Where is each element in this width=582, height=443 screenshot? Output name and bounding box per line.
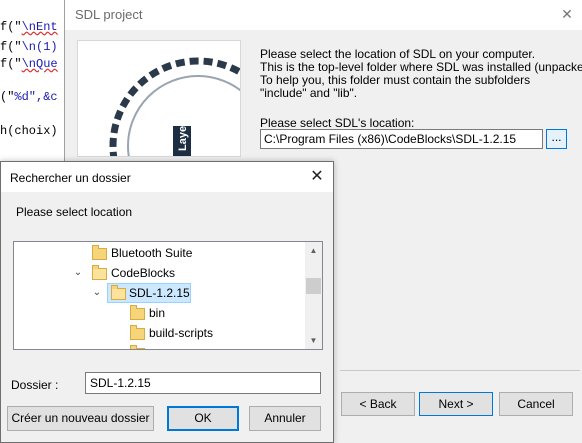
tree-scrollbar[interactable]: ▲ ▼: [305, 242, 322, 349]
cancel-button[interactable]: Annuler: [249, 406, 321, 431]
tree-item[interactable]: bin: [14, 303, 306, 323]
tree-item-label: CodeBlocks: [111, 266, 176, 280]
close-icon[interactable]: ✕: [557, 4, 577, 24]
folder-open-icon: [92, 265, 107, 280]
sdl-location-input[interactable]: C:\Program Files (x86)\CodeBlocks\SDL-1.…: [260, 129, 543, 149]
folder-icon: [92, 245, 107, 260]
scrollbar-thumb[interactable]: [306, 278, 321, 294]
folder-field-label: Dossier :: [11, 378, 59, 392]
wizard-instructions: Please select the location of SDL on you…: [260, 48, 582, 100]
browse-folder-dialog: Rechercher un dossier ✕ Please select lo…: [0, 161, 334, 443]
wizard-titlebar[interactable]: SDL project ✕: [65, 0, 582, 30]
folder-icon: [130, 325, 145, 340]
tree-item-label: bin: [149, 306, 166, 320]
folder-open-icon: [111, 285, 126, 300]
wizard-logo-image: Layer: [77, 40, 241, 157]
folder-icon: [130, 345, 145, 349]
tree-item-label: build-scripts: [149, 326, 214, 340]
tree-item-label: Bluetooth Suite: [111, 246, 193, 260]
cancel-button[interactable]: Cancel: [499, 392, 573, 416]
tree-item-partial[interactable]: [14, 343, 306, 349]
dialog-prompt: Please select location: [16, 205, 133, 219]
close-icon[interactable]: ✕: [307, 167, 327, 187]
folder-icon: [130, 305, 145, 320]
tree-item[interactable]: Bluetooth Suite: [14, 243, 306, 263]
ok-button[interactable]: OK: [167, 406, 239, 431]
chevron-down-icon[interactable]: ⌄: [72, 263, 84, 283]
tree-item[interactable]: ⌄ CodeBlocks: [14, 263, 306, 283]
chevron-down-icon[interactable]: ⌄: [91, 283, 103, 303]
dialog-titlebar[interactable]: Rechercher un dossier ✕: [1, 162, 333, 192]
code-line: ("%d",&c: [0, 90, 58, 104]
back-button[interactable]: < Back: [341, 392, 415, 416]
wizard-title: SDL project: [75, 7, 143, 22]
tree-item[interactable]: build-scripts: [14, 323, 306, 343]
scroll-down-icon[interactable]: ▼: [305, 332, 322, 349]
folder-tree[interactable]: Bluetooth Suite ⌄ CodeBlocks SDL-1.2.15 …: [13, 241, 323, 350]
code-line: h(choix): [0, 124, 58, 138]
code-line: f("\nQue: [0, 57, 58, 71]
wizard-separator: [340, 370, 580, 371]
code-line: f("\nEnt: [0, 20, 58, 34]
sdl-logo-icon: Layer: [109, 57, 240, 156]
logo-text: Layer: [177, 121, 189, 151]
scroll-up-icon[interactable]: ▲: [305, 242, 322, 259]
tree-item-label: SDL-1.2.15: [129, 286, 190, 300]
sdl-location-label: Please select SDL's location:: [260, 116, 415, 130]
code-line: f("\n(1): [0, 40, 58, 54]
folder-field[interactable]: SDL-1.2.15: [85, 372, 321, 394]
instruction-line: "include" and "lib".: [260, 86, 358, 100]
dialog-title: Rechercher un dossier: [10, 171, 131, 185]
browse-button[interactable]: ...: [546, 129, 567, 149]
next-button[interactable]: Next >: [419, 392, 493, 416]
new-folder-button[interactable]: Créer un nouveau dossier: [7, 406, 154, 431]
